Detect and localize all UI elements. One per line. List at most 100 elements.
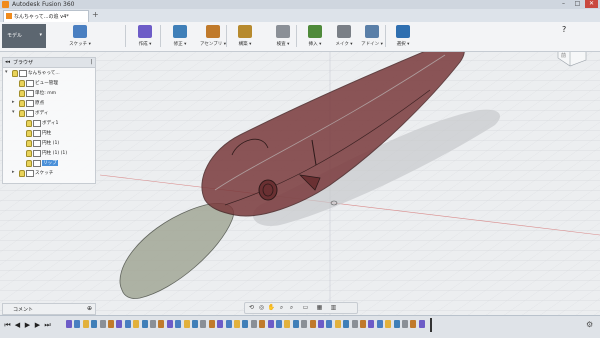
expand-toggle-icon[interactable]: ▸ (12, 99, 15, 105)
browser-item[interactable]: 円柱 (1) (3, 138, 95, 147)
visibility-bulb-icon[interactable] (26, 130, 32, 137)
toolbar-insert-button[interactable]: 挿入 ▾ (300, 24, 330, 48)
browser-item[interactable]: ▸ 原点 (3, 98, 95, 107)
visibility-bulb-icon[interactable] (26, 150, 32, 157)
toolbar-select-button[interactable]: 選択 ▾ (388, 24, 418, 48)
toolbar-make-button[interactable]: メイク ▾ (330, 24, 358, 48)
minimize-icon[interactable]: – (557, 0, 570, 8)
timeline-feature-icon[interactable] (334, 320, 341, 328)
timeline-feature-icon[interactable] (183, 320, 190, 328)
timeline-feature-icon[interactable] (250, 320, 257, 328)
browser-header[interactable]: ◂◂ ブラウザ | (3, 58, 95, 68)
timeline-feature-icon[interactable] (66, 320, 72, 328)
browser-item[interactable]: ボディ1 (3, 118, 95, 127)
browser-item[interactable]: ビュー管理 (3, 78, 95, 87)
timeline-feature-icon[interactable] (276, 320, 282, 328)
timeline-feature-icon[interactable] (150, 320, 156, 328)
timeline-feature-icon[interactable] (351, 320, 358, 328)
timeline-feature-icon[interactable] (82, 320, 89, 328)
toolbar-inspect-button[interactable]: 検査 ▾ (268, 24, 298, 48)
pin-icon[interactable]: | (90, 59, 92, 65)
timeline-feature-icon[interactable] (292, 320, 299, 328)
timeline-feature-icon[interactable] (133, 320, 140, 328)
go-to-end-icon[interactable]: ⏭ (44, 320, 51, 330)
viewports-icon[interactable]: ▥ (329, 304, 338, 312)
comments-panel[interactable]: コメント ⊕ (2, 303, 96, 315)
timeline-feature-icon[interactable] (267, 320, 274, 328)
go-to-start-icon[interactable]: ⏮ (4, 320, 11, 330)
visibility-bulb-icon[interactable] (19, 170, 25, 177)
document-tab[interactable]: なんちゃって...の追 v4* (3, 10, 89, 22)
timeline-feature-icon[interactable] (116, 320, 123, 328)
toolbar-modify-button[interactable]: 修正 ▾ (165, 24, 195, 48)
timeline-feature-icon[interactable] (368, 320, 375, 328)
timeline-feature-icon[interactable] (74, 320, 81, 328)
timeline-feature-icon[interactable] (242, 320, 249, 328)
timeline-feature-icon[interactable] (124, 320, 131, 328)
new-tab-icon[interactable]: + (92, 10, 99, 19)
timeline-feature-icon[interactable] (418, 320, 425, 328)
timeline-feature-icon[interactable] (309, 320, 316, 328)
timeline-settings-icon[interactable]: ⚙ (586, 320, 593, 329)
close-icon[interactable]: ✕ (585, 0, 598, 8)
timeline-feature-icon[interactable] (301, 320, 308, 328)
timeline-marker[interactable] (430, 318, 432, 332)
visibility-bulb-icon[interactable] (12, 70, 18, 77)
timeline-feature-icon[interactable] (326, 320, 333, 328)
expand-toggle-icon[interactable]: ▸ (12, 169, 15, 175)
timeline-feature-icon[interactable] (410, 320, 417, 328)
browser-item[interactable]: ▸ スケッチ (3, 168, 95, 177)
timeline-feature-icon[interactable] (99, 320, 106, 328)
timeline-feature-icon[interactable] (393, 320, 400, 328)
step-back-icon[interactable]: ◀ (14, 320, 21, 330)
timeline-feature-icon[interactable] (175, 320, 182, 328)
timeline-feature-icon[interactable] (284, 320, 291, 328)
orbit-icon[interactable]: ⟲ (247, 304, 256, 312)
step-forward-icon[interactable]: ▶ (34, 320, 41, 330)
browser-item[interactable]: 円柱 (3, 128, 95, 137)
timeline-feature-icon[interactable] (343, 320, 350, 328)
toolbar-sketch-button[interactable]: スケッチ ▾ (50, 24, 110, 48)
pan-icon[interactable]: ✋ (267, 304, 276, 312)
timeline-feature-icon[interactable] (259, 320, 266, 328)
timeline-feature-icon[interactable] (360, 320, 366, 328)
timeline-feature-icon[interactable] (200, 320, 207, 328)
toolbar-create-button[interactable]: 作成 ▾ (130, 24, 160, 48)
play-icon[interactable]: ▶ (24, 320, 31, 330)
timeline-feature-icon[interactable] (402, 320, 408, 328)
visibility-bulb-icon[interactable] (26, 120, 32, 127)
display-settings-icon[interactable]: ▭ (301, 304, 310, 312)
browser-item[interactable]: ▾ なんちゃって... (3, 68, 95, 77)
browser-item[interactable]: リップ (3, 158, 95, 167)
browser-item[interactable]: ▾ ボディ (3, 108, 95, 117)
look-at-icon[interactable]: ◎ (257, 304, 266, 312)
visibility-bulb-icon[interactable] (19, 80, 25, 87)
timeline-feature-icon[interactable] (141, 320, 148, 328)
toolbar-construct-button[interactable]: 構築 ▾ (230, 24, 260, 48)
expand-toggle-icon[interactable]: ▾ (5, 69, 8, 75)
timeline-feature-icon[interactable] (192, 320, 198, 328)
timeline-feature-icon[interactable] (385, 320, 392, 328)
timeline-feature-icon[interactable] (225, 320, 232, 328)
browser-item[interactable]: 円柱 (1) (1) (3, 148, 95, 157)
browser-item[interactable]: 単位: mm (3, 88, 95, 97)
user-icon[interactable]: ? (562, 25, 566, 34)
toolbar-addins-button[interactable]: アドイン ▾ (358, 24, 386, 48)
visibility-bulb-icon[interactable] (26, 160, 32, 167)
timeline-feature-icon[interactable] (158, 320, 165, 328)
zoom-window-icon[interactable]: ⌕ (287, 304, 296, 312)
timeline-feature-icon[interactable] (166, 320, 173, 328)
visibility-bulb-icon[interactable] (19, 110, 25, 117)
workspace-switcher[interactable]: モデル ▾ (2, 24, 46, 48)
grid-settings-icon[interactable]: ▦ (315, 304, 324, 312)
zoom-icon[interactable]: ⌕ (277, 304, 286, 312)
timeline-feature-icon[interactable] (217, 320, 224, 328)
maximize-icon[interactable]: □ (571, 0, 584, 8)
visibility-bulb-icon[interactable] (19, 90, 25, 97)
timeline-feature-icon[interactable] (208, 320, 215, 328)
timeline-feature-icon[interactable] (91, 320, 98, 328)
collapse-panel-icon[interactable]: ◂◂ (5, 59, 10, 65)
add-comment-icon[interactable]: ⊕ (87, 305, 92, 312)
eye-cylinder[interactable] (258, 179, 278, 201)
visibility-bulb-icon[interactable] (26, 140, 32, 147)
